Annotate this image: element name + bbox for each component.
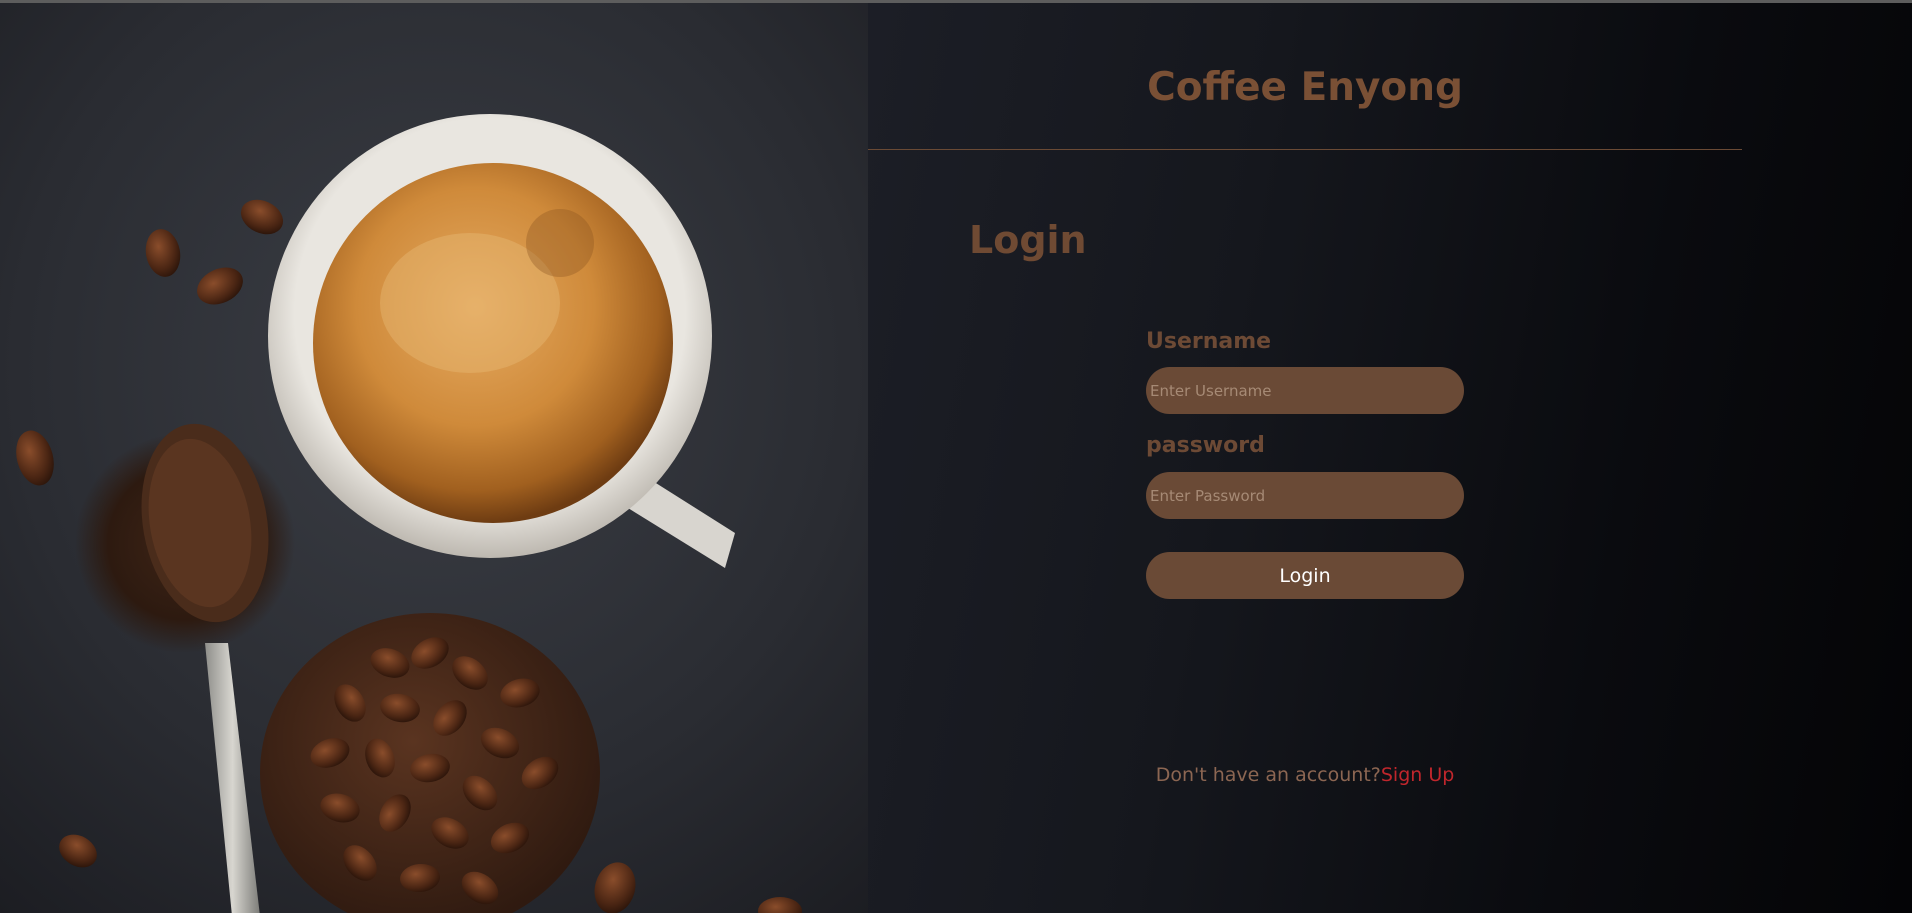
- login-heading: Login: [969, 218, 1087, 262]
- username-label: Username: [1146, 329, 1272, 354]
- brand-title: Coffee Enyong: [1147, 65, 1463, 110]
- signup-prompt: Don't have an account?Sign Up: [868, 764, 1742, 786]
- signup-link[interactable]: Sign Up: [1381, 764, 1454, 786]
- password-input[interactable]: [1146, 472, 1464, 519]
- password-label: password: [1146, 433, 1265, 458]
- coffee-cup-and-beans-photo: [0, 3, 868, 913]
- login-button[interactable]: Login: [1146, 552, 1464, 599]
- login-panel: Coffee Enyong Login Username password Lo…: [868, 3, 1912, 913]
- header-divider: [868, 149, 1742, 150]
- login-page: Coffee Enyong Login Username password Lo…: [0, 0, 1912, 913]
- hero-image: [0, 3, 868, 913]
- username-input[interactable]: [1146, 367, 1464, 414]
- signup-prompt-text: Don't have an account?: [1155, 764, 1381, 786]
